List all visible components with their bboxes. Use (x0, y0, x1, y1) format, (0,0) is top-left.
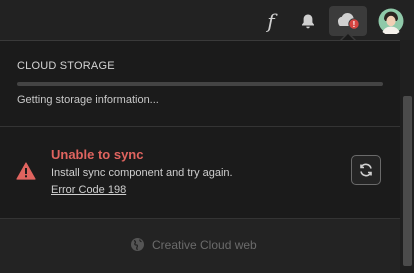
refresh-icon (360, 163, 372, 177)
cloud-status-panel: CLOUD STORAGE Getting storage informatio… (0, 40, 400, 273)
scrollbar-thumb[interactable] (403, 96, 412, 266)
sync-error-section: Unable to sync Install sync component an… (0, 127, 400, 219)
avatar-button[interactable] (376, 6, 406, 36)
svg-text:!: ! (353, 20, 356, 29)
warning-icon (16, 162, 36, 180)
sync-error-title: Unable to sync (51, 147, 144, 162)
fonts-icon: f (267, 9, 275, 33)
creative-cloud-web-label: Creative Cloud web (152, 237, 257, 252)
fonts-button[interactable]: f (258, 6, 284, 36)
cloud-alert-icon: ! (338, 13, 360, 30)
retry-sync-button[interactable] (351, 155, 381, 185)
storage-progress-bar (17, 82, 383, 86)
error-code-link[interactable]: Error Code 198 (51, 184, 126, 196)
storage-section: CLOUD STORAGE Getting storage informatio… (0, 41, 400, 127)
scrollbar[interactable] (400, 40, 414, 272)
globe-icon (131, 238, 144, 251)
storage-status: Getting storage information... (17, 94, 159, 106)
bell-icon (302, 14, 314, 28)
creative-cloud-web-link[interactable]: Creative Cloud web (130, 237, 257, 252)
sync-error-message: Install sync component and try again. (51, 167, 233, 179)
storage-title: CLOUD STORAGE (17, 60, 115, 72)
panel-footer: Creative Cloud web (0, 219, 400, 273)
notifications-button[interactable] (295, 6, 321, 36)
avatar (378, 8, 404, 34)
